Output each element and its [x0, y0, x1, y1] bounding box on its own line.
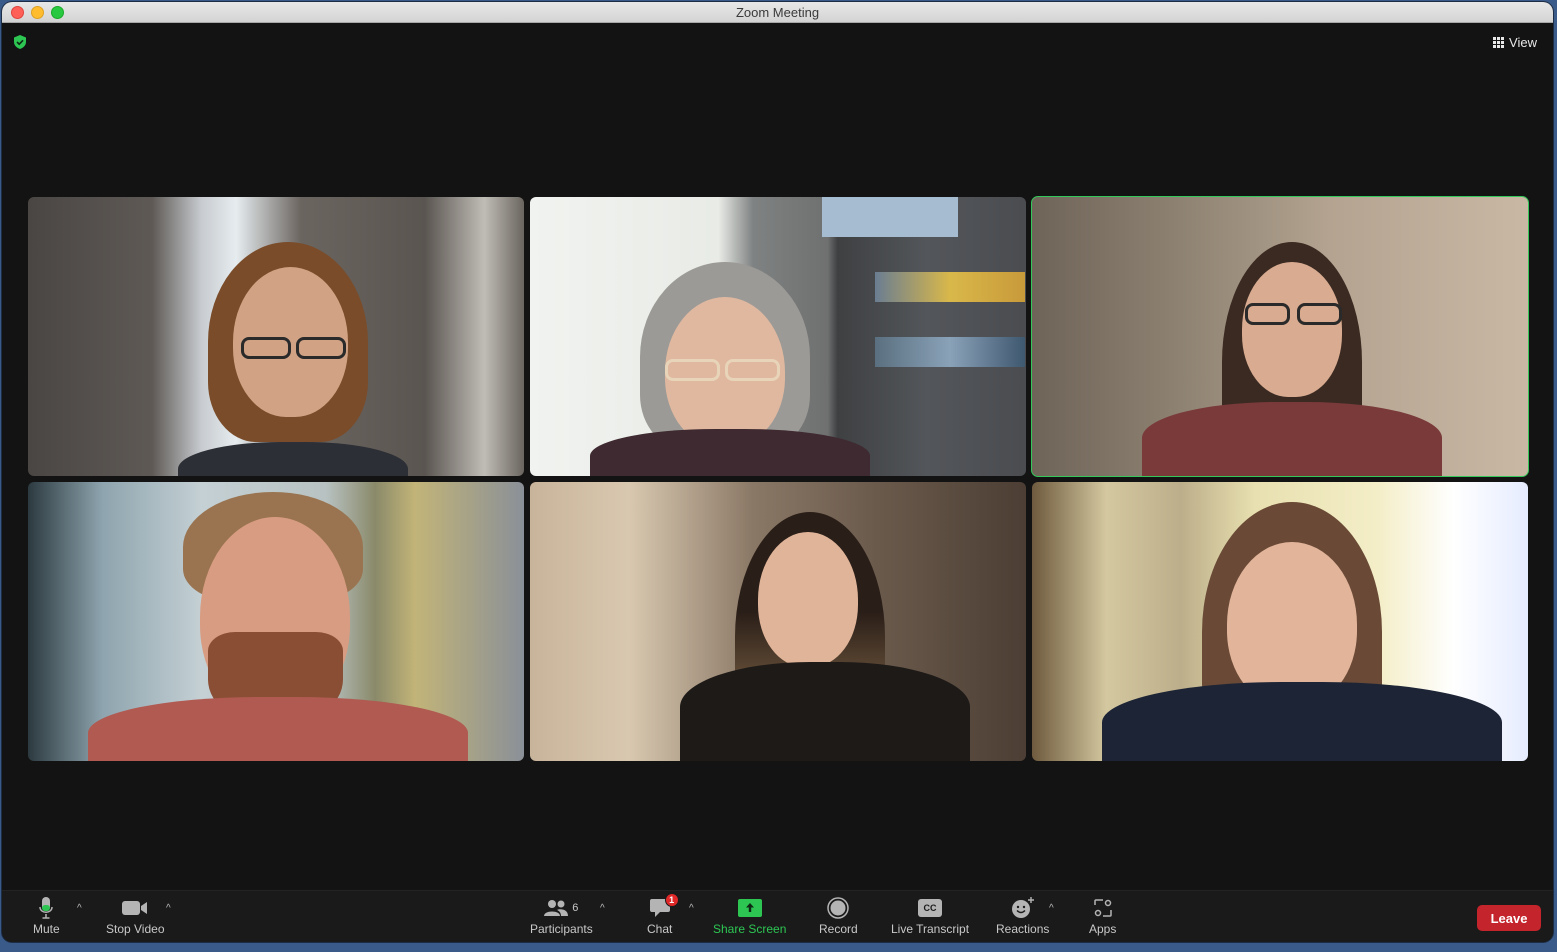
stop-video-label: Stop Video	[106, 922, 165, 936]
zoom-window: Zoom Meeting View Mute ^ Stop Video ^ 6 …	[2, 2, 1553, 942]
closed-captions-icon: CC	[918, 899, 943, 917]
mute-label: Mute	[33, 922, 60, 936]
view-label: View	[1509, 34, 1537, 50]
video-tile-6[interactable]	[1032, 482, 1528, 761]
title-bar: Zoom Meeting	[2, 2, 1553, 23]
video-tile-2[interactable]	[530, 197, 1026, 476]
apps-button[interactable]: Apps	[1089, 895, 1116, 936]
record-label: Record	[819, 922, 858, 936]
apps-label: Apps	[1089, 922, 1117, 936]
participant-body	[1142, 402, 1442, 476]
participant-glasses	[725, 359, 780, 381]
share-screen-button[interactable]: Share Screen	[713, 895, 786, 936]
record-icon	[827, 897, 850, 919]
microphone-icon	[39, 897, 54, 919]
leave-button[interactable]: Leave	[1477, 905, 1541, 931]
meeting-area: View	[2, 24, 1553, 890]
chat-label: Chat	[647, 922, 673, 936]
meeting-toolbar: Mute ^ Stop Video ^ 6 Participants ^ 1 C…	[2, 890, 1553, 942]
chat-button[interactable]: 1 Chat	[647, 893, 679, 936]
video-tile-3-active-speaker[interactable]	[1031, 196, 1529, 477]
grid-icon	[1493, 36, 1505, 48]
apps-icon	[1093, 899, 1112, 917]
participant-glasses	[241, 337, 291, 359]
close-window-button[interactable]	[11, 6, 24, 19]
audio-options-caret[interactable]: ^	[77, 903, 82, 914]
participants-options-caret[interactable]: ^	[600, 903, 605, 914]
participant-glasses	[1297, 303, 1342, 325]
bicycle-poster	[822, 197, 958, 237]
mute-button[interactable]: Mute	[33, 895, 60, 936]
live-transcript-button[interactable]: CC Live Transcript	[891, 895, 969, 936]
video-tile-4[interactable]	[28, 482, 524, 761]
bookshelf	[875, 337, 1025, 367]
add-reaction-icon	[1011, 897, 1034, 918]
video-options-caret[interactable]: ^	[166, 903, 171, 914]
participants-label: Participants	[530, 922, 593, 936]
participant-body	[1102, 682, 1502, 761]
participant-face	[758, 532, 858, 667]
participant-glasses	[665, 359, 720, 381]
participants-count: 6	[572, 902, 579, 914]
stop-video-button[interactable]: Stop Video	[106, 895, 165, 936]
participants-button[interactable]: 6 Participants	[530, 895, 593, 936]
participants-icon	[544, 900, 569, 916]
view-button[interactable]: View	[1489, 32, 1541, 52]
maximize-window-button[interactable]	[51, 6, 64, 19]
share-screen-label: Share Screen	[713, 922, 787, 936]
participant-glasses	[296, 337, 346, 359]
live-transcript-label: Live Transcript	[891, 922, 970, 936]
video-tile-1[interactable]	[28, 197, 524, 476]
participant-body	[88, 697, 468, 761]
participant-face	[1242, 262, 1342, 397]
reactions-options-caret[interactable]: ^	[1049, 903, 1054, 914]
record-button[interactable]: Record	[819, 895, 858, 936]
chat-unread-badge: 1	[664, 893, 679, 907]
reactions-button[interactable]: Reactions	[996, 895, 1049, 936]
reactions-label: Reactions	[996, 922, 1050, 936]
participant-body	[590, 429, 870, 476]
participant-glasses	[1245, 303, 1290, 325]
bookshelf	[875, 272, 1025, 302]
share-screen-icon	[737, 899, 762, 917]
window-title: Zoom Meeting	[735, 4, 820, 20]
chat-options-caret[interactable]: ^	[689, 903, 694, 914]
video-tile-5[interactable]	[530, 482, 1026, 761]
shield-check-icon[interactable]	[12, 34, 28, 50]
video-camera-icon	[122, 901, 148, 915]
minimize-window-button[interactable]	[31, 6, 44, 19]
participant-body	[680, 662, 970, 761]
